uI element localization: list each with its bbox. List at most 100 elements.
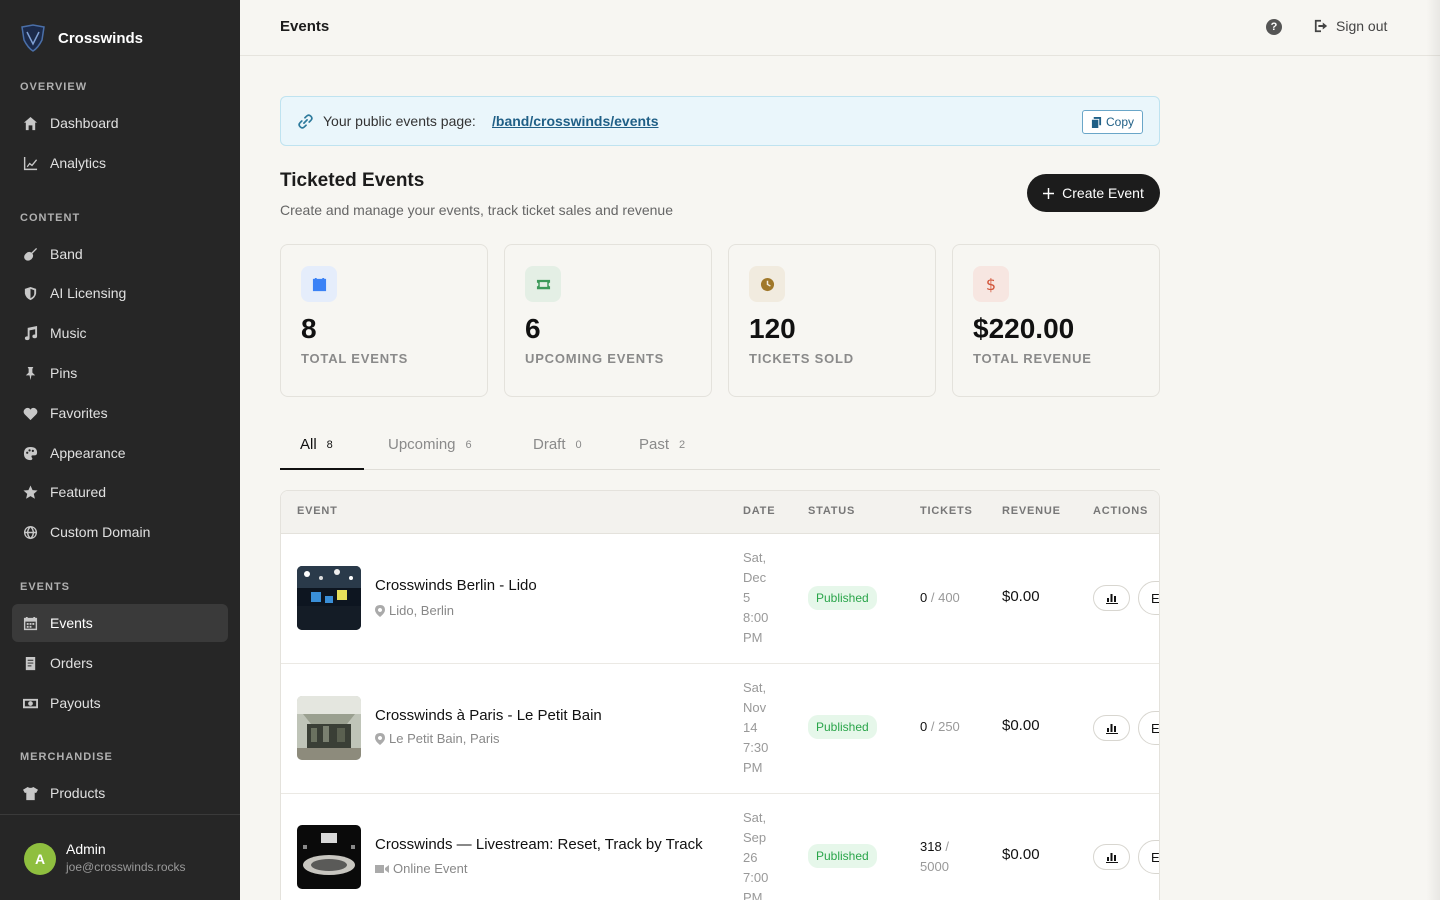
column-header-revenue: REVENUE: [1002, 505, 1061, 517]
tab-past[interactable]: Past 2: [639, 428, 685, 470]
sidebar-item-ai-licensing[interactable]: AI Licensing: [12, 274, 228, 312]
event-location: Online Event: [375, 861, 467, 876]
stat-card-total-events: 8 TOTAL EVENTS: [280, 244, 488, 397]
sidebar-item-favorites[interactable]: Favorites: [12, 394, 228, 432]
plus-icon: [1043, 187, 1055, 199]
edit-button[interactable]: Edit: [1138, 840, 1160, 874]
tab-label: Draft: [533, 436, 566, 453]
star-icon: [22, 484, 38, 500]
user-profile[interactable]: A Admin joe@crosswinds.rocks: [0, 814, 240, 900]
event-date: Sat, Dec 5 8:00 PM: [743, 548, 783, 648]
user-name: Admin: [66, 841, 106, 857]
copy-button[interactable]: Copy: [1081, 110, 1143, 134]
stats-button[interactable]: [1093, 844, 1130, 870]
column-header-tickets: TICKETS: [920, 505, 973, 517]
sidebar-item-analytics[interactable]: Analytics: [12, 144, 228, 182]
sidebar-item-products[interactable]: Products: [12, 774, 228, 812]
sidebar-item-music[interactable]: Music: [12, 314, 228, 352]
column-header-status: STATUS: [808, 505, 856, 517]
nav-section-overview: OVERVIEW: [20, 81, 88, 93]
create-event-label: Create Event: [1062, 185, 1144, 201]
event-date-line: PM: [743, 890, 763, 900]
sidebar-item-label: Dashboard: [50, 115, 119, 131]
ticket-count: 0 / 400: [920, 588, 980, 608]
money-icon: [22, 695, 38, 711]
calendar-icon: [301, 266, 337, 302]
stats-button[interactable]: [1093, 715, 1130, 741]
table-row[interactable]: Crosswinds Berlin - Lido Lido, Berlin Sa…: [281, 534, 1159, 664]
stats-button[interactable]: [1093, 585, 1130, 611]
stat-label: TOTAL REVENUE: [973, 351, 1092, 366]
event-date-line: 7:30: [743, 740, 769, 755]
table-row[interactable]: Crosswinds à Paris - Le Petit Bain Le Pe…: [281, 664, 1159, 794]
event-date-line: 5: [743, 590, 751, 605]
sidebar-item-pins[interactable]: Pins: [12, 354, 228, 392]
event-title[interactable]: Crosswinds Berlin - Lido: [375, 577, 537, 594]
sidebar-item-label: Favorites: [50, 405, 108, 421]
sidebar-item-band[interactable]: Band: [12, 235, 228, 273]
event-title[interactable]: Crosswinds à Paris - Le Petit Bain: [375, 707, 602, 724]
tab-upcoming[interactable]: Upcoming 6: [388, 428, 472, 470]
section-subtitle: Create and manage your events, track tic…: [280, 202, 673, 218]
event-date-line: Nov: [743, 700, 767, 715]
sidebar-item-label: Events: [50, 615, 93, 631]
event-date: Sat, Sep 26 7:00 PM: [743, 808, 783, 900]
tickets-sold: 0: [920, 590, 928, 605]
sidebar-item-label: Pins: [50, 365, 78, 381]
event-date-line: Sat,: [743, 550, 767, 565]
tab-all[interactable]: All 8: [280, 428, 364, 470]
sidebar-item-payouts[interactable]: Payouts: [12, 684, 228, 722]
stat-card-upcoming-events: 6 UPCOMING EVENTS: [504, 244, 712, 397]
brand-name: Crosswinds: [58, 29, 144, 47]
event-date-line: PM: [743, 630, 763, 645]
sign-out-button[interactable]: Sign out: [1314, 18, 1387, 34]
event-date-line: 14: [743, 720, 758, 735]
sidebar-item-label: Custom Domain: [50, 524, 151, 540]
event-location: Le Petit Bain, Paris: [375, 731, 500, 746]
event-location-text: Online Event: [393, 861, 468, 876]
nav-section-merchandise: MERCHANDISE: [20, 751, 113, 763]
topbar: Events ? Sign out: [240, 0, 1440, 56]
help-icon[interactable]: ?: [1266, 19, 1282, 35]
event-title[interactable]: Crosswinds — Livestream: Reset, Track by…: [375, 836, 703, 853]
tickets-capacity: / 250: [930, 719, 960, 734]
sidebar-item-custom-domain[interactable]: Custom Domain: [12, 513, 228, 551]
tab-count: 6: [465, 439, 472, 451]
sidebar-item-label: Products: [50, 785, 106, 801]
bar-chart-icon: [1105, 724, 1118, 734]
edit-button[interactable]: Edit: [1138, 711, 1159, 745]
link-icon: [298, 114, 313, 129]
sidebar-item-dashboard[interactable]: Dashboard: [12, 104, 228, 142]
stat-value: 120: [749, 313, 796, 344]
sidebar-item-label: AI Licensing: [50, 285, 127, 301]
sidebar-item-featured[interactable]: Featured: [12, 473, 228, 511]
events-table: EVENT DATE STATUS TICKETS REVENUE ACTION…: [280, 490, 1160, 900]
status-badge: Published: [808, 844, 877, 868]
public-page-link[interactable]: /band/crosswinds/events: [492, 113, 659, 129]
brand[interactable]: Crosswinds: [20, 24, 143, 52]
tickets-capacity: / 400: [930, 590, 960, 605]
create-event-button[interactable]: Create Event: [1027, 174, 1160, 212]
sidebar-item-orders[interactable]: Orders: [12, 644, 228, 682]
scroll-edge-shadow: [1426, 0, 1440, 900]
dollar-icon: $: [973, 266, 1009, 302]
stat-card-total-revenue: $ $220.00 TOTAL REVENUE: [952, 244, 1160, 397]
sidebar-item-appearance[interactable]: Appearance: [12, 434, 228, 472]
event-date-line: Dec: [743, 570, 767, 585]
stat-card-tickets-sold: 120 TICKETS SOLD: [728, 244, 936, 397]
copy-icon: [1091, 116, 1102, 128]
edit-label: Edit: [1151, 849, 1160, 865]
music-note-icon: [22, 325, 38, 341]
public-page-banner: Your public events page: /band/crosswind…: [280, 96, 1160, 146]
copy-label: Copy: [1105, 115, 1134, 129]
event-location: Lido, Berlin: [375, 603, 454, 618]
home-icon: [22, 115, 38, 131]
pin-icon: [22, 365, 38, 381]
table-row[interactable]: Crosswinds — Livestream: Reset, Track by…: [281, 794, 1160, 900]
edit-button[interactable]: Edit: [1138, 581, 1159, 615]
tab-label: Past: [639, 436, 670, 453]
tab-draft[interactable]: Draft 0: [533, 428, 582, 470]
column-header-actions: ACTIONS: [1093, 505, 1149, 517]
stat-value: 6: [525, 313, 541, 344]
sidebar-item-events[interactable]: Events: [12, 604, 228, 642]
